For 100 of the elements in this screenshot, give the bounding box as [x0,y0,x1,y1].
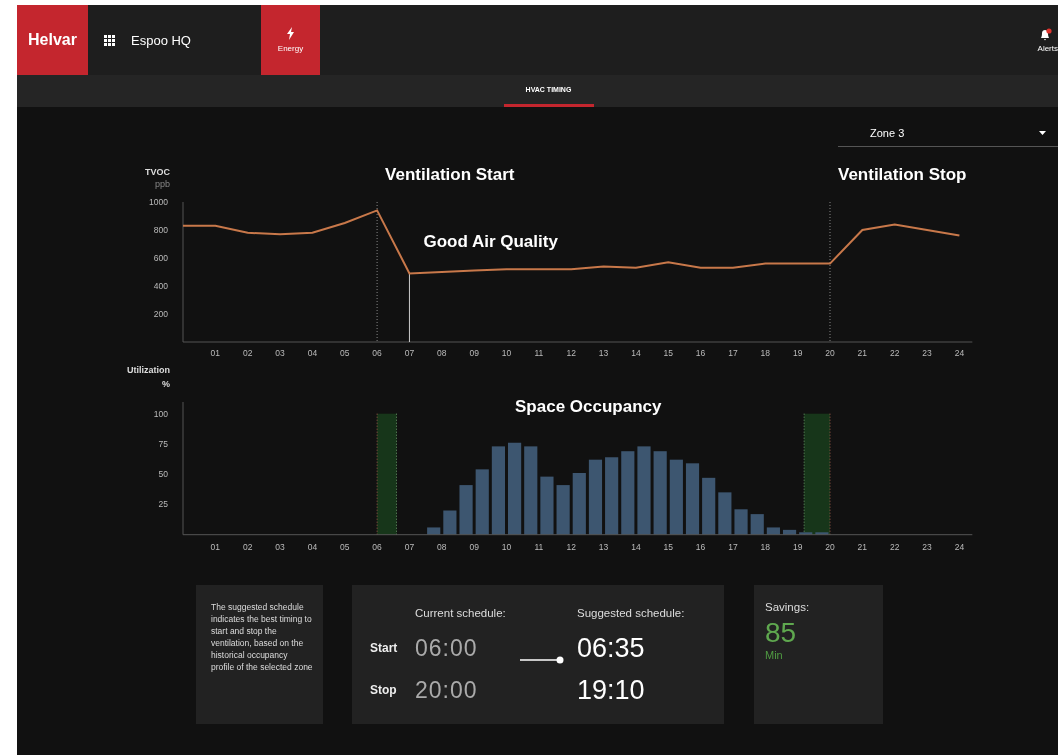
x-tick-label: 01 [210,348,221,358]
y-tick-label: 400 [153,281,168,291]
y-axis-unit: ppb [154,179,170,189]
y-tick-label: 1000 [149,197,168,207]
column-header: Suggested schedule: [577,607,686,619]
x-tick-label: 08 [437,348,447,358]
x-tick-label: 20 [825,348,835,358]
x-tick-label: 17 [728,348,738,358]
savings-label: Savings: [765,601,811,613]
occupancy-bar [799,532,813,535]
site-name[interactable]: Espoo HQ [131,32,191,48]
x-tick-label: 03 [275,542,285,552]
occupancy-bar [783,529,797,535]
y-tick-label: 800 [153,225,168,235]
occupancy-bar [734,509,748,535]
x-tick-label: 02 [242,542,253,552]
y-axis-title: Utilization [127,365,170,375]
x-tick-label: 20 [825,542,835,552]
occupancy-bar [475,469,489,535]
chart-label: Ventilation Start [385,165,515,184]
occupancy-bar [718,492,732,535]
x-tick-label: 21 [857,542,868,552]
info-text: The suggested schedule indicates the best timing to start and stop the ventilation, based on the historical occupancy profile of the selected zone [196,585,323,724]
x-tick-label: 09 [469,542,479,552]
x-tick-label: 12 [566,348,576,358]
logo[interactable]: Helvar [17,5,88,75]
x-tick-label: 04 [307,348,318,358]
x-tick-label: 09 [469,348,479,358]
x-tick-label: 02 [242,348,253,358]
current-time: 06:00 [415,634,479,662]
column-header: Current schedule: [415,607,507,619]
chart-title: Space Occupancy [515,397,662,416]
x-tick-label: 12 [566,542,576,552]
x-tick-label: 19 [792,348,803,358]
current-time: 20:00 [415,676,479,704]
x-tick-label: 16 [695,542,706,552]
x-tick-label: 22 [889,348,900,358]
row-label: Stop [370,683,398,697]
x-tick-label: 10 [501,542,512,552]
occupancy-bar [572,473,586,535]
x-tick-label: 06 [372,348,382,358]
x-tick-label: 21 [857,348,868,358]
grid-icon[interactable] [104,34,115,46]
marker-line [408,272,410,343]
x-tick-label: 13 [598,542,609,552]
occupancy-bar [702,477,716,535]
lightning-icon [286,27,295,40]
x-tick-label: 16 [695,348,706,358]
y-tick-label: 75 [158,438,168,449]
x-tick-label: 15 [663,542,673,552]
x-tick-label: 22 [889,542,900,552]
occupancy-bar [459,485,473,535]
x-tick-label: 24 [954,542,965,552]
x-tick-label: 04 [307,542,318,552]
occupancy-bar [766,527,780,535]
suggested-time: 06:35 [577,632,646,664]
y-axis-unit: % [162,379,170,389]
x-tick-label: 03 [275,348,285,358]
occupancy-bar [815,532,829,535]
x-tick-label: 13 [598,348,609,358]
y-tick-label: 25 [158,499,168,510]
y-tick-label: 100 [153,408,168,419]
occupancy-bar [556,485,570,535]
y-tick-label: 200 [153,309,168,319]
occupancy-bar [540,476,554,535]
y-axis-title: TVOC [145,167,170,177]
suggested-time: 19:10 [577,674,646,706]
x-tick-label: 18 [760,348,771,358]
x-tick-label: 07 [404,348,415,358]
x-tick-label: 11 [534,542,544,552]
savings-value: 85 [765,617,798,649]
x-tick-label: 08 [437,542,447,552]
x-tick-label: 01 [210,542,221,552]
occupancy-bar [427,527,441,535]
y-tick-label: 600 [153,253,168,263]
row-label: Start [370,641,399,655]
x-tick-label: 24 [954,348,965,358]
x-tick-label: 15 [663,348,673,358]
zone-dropdown[interactable]: Zone 3 [838,120,1058,147]
nav-tab[interactable]: Energy [261,5,320,75]
caret-icon [1039,131,1046,135]
x-tick-label: 23 [922,542,932,552]
x-tick-label: 05 [340,348,350,358]
y-tick-label: 50 [158,469,168,480]
x-tick-label: 05 [340,542,350,552]
x-tick-label: 14 [631,348,641,358]
x-tick-label: 07 [404,542,415,552]
x-tick-label: 11 [534,348,544,358]
occupancy-bar [685,463,700,535]
occupancy-bar [443,510,457,535]
x-tick-label: 17 [728,542,738,552]
arrow-connector-icon [520,656,564,664]
chart-label: Good Air Quality [423,232,558,251]
x-tick-label: 18 [760,542,771,552]
x-tick-label: 10 [501,348,512,358]
chart-label: Ventilation Stop [838,165,967,184]
x-tick-label: 23 [922,348,932,358]
savings-unit: Min [765,649,784,661]
alerts-button[interactable]: Alerts [1030,5,1058,75]
occupancy-bar [750,514,764,535]
